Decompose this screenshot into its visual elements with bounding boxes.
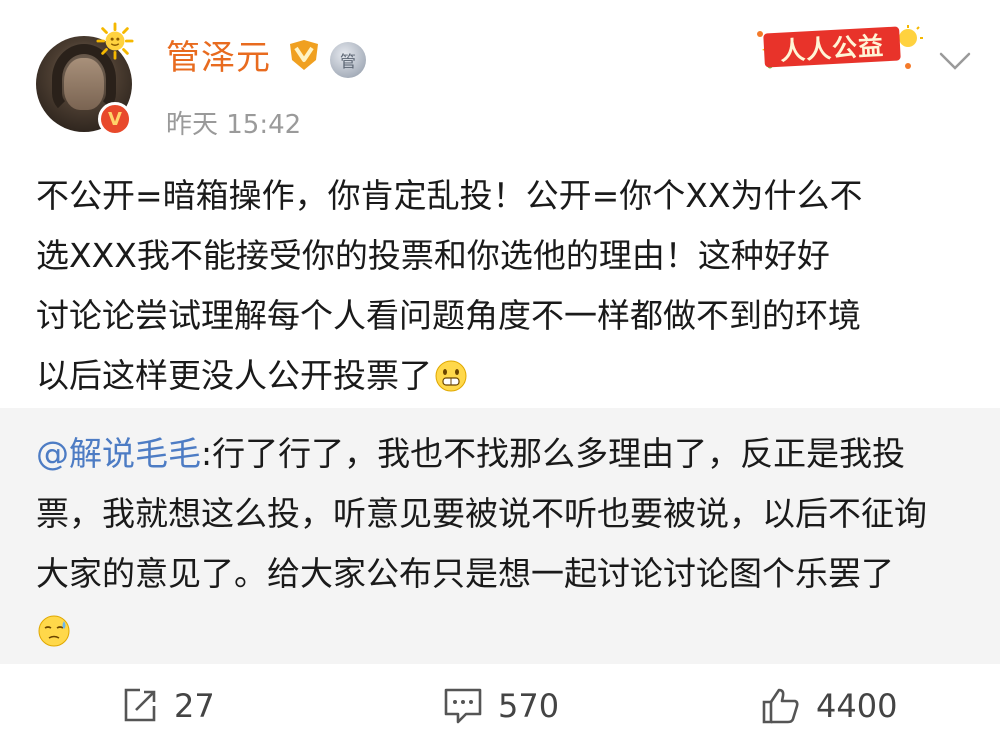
medal-glyph: 管 xyxy=(339,52,356,71)
quoted-line: :行了行了，我也不找那么多理由了，反正是我投 xyxy=(201,434,906,473)
post-body: 不公开=暗箱操作，你肯定乱投！公开=你个XX为什么不 选XXX我不能接受你的投票… xyxy=(36,166,976,406)
quoted-line-first: @解说毛毛:行了行了，我也不找那么多理由了，反正是我投 xyxy=(36,424,966,484)
post-time: 昨天 15:42 xyxy=(166,110,302,140)
chevron-down-icon[interactable] xyxy=(938,50,972,72)
post-body-line-last: 以后这样更没人公开投票了 xyxy=(36,346,976,406)
quoted-line: 大家的意见了。给大家公布只是想一起讨论讨论图个乐罢了 xyxy=(36,554,894,593)
sun-icon xyxy=(96,22,134,60)
verified-icon: V xyxy=(98,102,132,136)
repost-icon xyxy=(124,688,156,722)
quoted-line: 票，我就想这么投，听意见要被说不听也要被说，以后不征询 xyxy=(36,494,927,533)
charity-badge[interactable]: 人人公益 xyxy=(763,26,901,68)
repost-count: 27 xyxy=(174,687,215,725)
username[interactable]: 管泽元 xyxy=(166,30,271,79)
post-body-line: 以后这样更没人公开投票了 xyxy=(36,356,432,395)
medal-icon: 管 xyxy=(330,42,366,78)
emoji-sweat-icon xyxy=(38,615,70,647)
weibo-post: V 管泽元 管 昨天 15:42 人人公益 不公开=暗箱操作，你肯定乱投！公开=… xyxy=(0,0,1000,729)
vip-icon xyxy=(290,40,318,70)
mention-link[interactable]: @解说毛毛 xyxy=(36,434,201,473)
like-button[interactable]: 4400 xyxy=(760,686,897,726)
like-icon xyxy=(762,688,799,724)
post-body-line: 不公开=暗箱操作，你肯定乱投！公开=你个XX为什么不 xyxy=(36,176,863,215)
repost-button[interactable]: 27 xyxy=(120,686,215,726)
like-count: 4400 xyxy=(816,687,898,725)
quoted-emoji-line xyxy=(36,604,966,664)
comment-icon xyxy=(444,688,482,724)
post-body-line: 选XXX我不能接受你的投票和你选他的理由！这种好好 xyxy=(36,236,830,275)
quoted-post-text: @解说毛毛:行了行了，我也不找那么多理由了，反正是我投 票，我就想这么投，听意见… xyxy=(36,424,966,664)
comment-button[interactable]: 570 xyxy=(442,686,559,726)
verified-glyph: V xyxy=(108,108,122,130)
emoji-grin-icon xyxy=(435,360,467,392)
avatar-face xyxy=(64,58,104,110)
comment-count: 570 xyxy=(498,687,560,725)
post-body-line: 讨论论尝试理解每个人看问题角度不一样都做不到的环境 xyxy=(36,296,861,335)
